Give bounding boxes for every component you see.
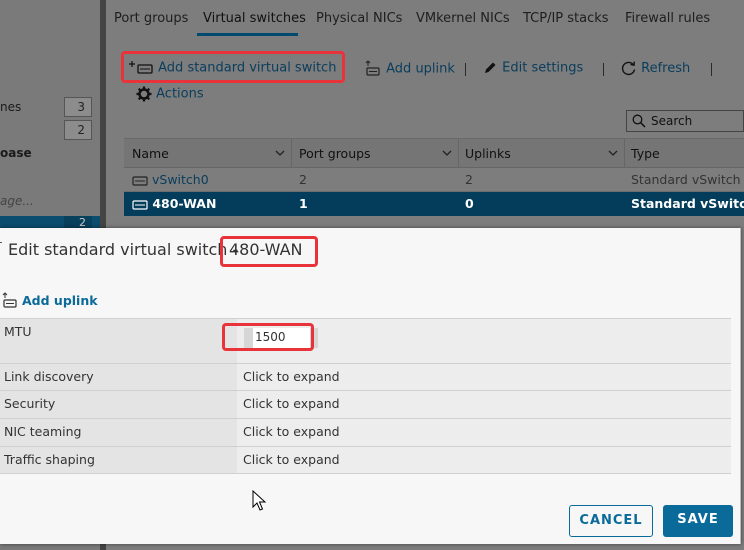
property-row-mtu: MTU 1500 xyxy=(0,318,731,363)
type-cell: Standard vSwitch xyxy=(631,196,744,211)
column-resize-handle[interactable] xyxy=(458,139,459,169)
property-label: Traffic shaping xyxy=(0,447,237,473)
dialog-add-uplink-button[interactable]: Add uplink xyxy=(2,292,98,310)
tab-firewall-rules[interactable]: Firewall rules xyxy=(625,11,710,26)
uplink-icon xyxy=(2,292,17,308)
edit-settings-label: Edit settings xyxy=(502,60,584,76)
tab-tcpip-stacks[interactable]: TCP/IP stacks xyxy=(523,11,609,26)
actions-menu-button[interactable]: Actions xyxy=(136,86,204,102)
refresh-icon xyxy=(621,61,636,76)
dialog-add-uplink-label: Add uplink xyxy=(22,292,98,308)
sidebar-row-label: age... xyxy=(0,194,34,208)
tab-vmkernel-nics[interactable]: VMkernel NICs xyxy=(416,11,510,26)
expand-link[interactable]: Click to expand xyxy=(237,447,731,473)
toolbar-separator xyxy=(603,63,604,76)
switch-name-cell: 480-WAN xyxy=(132,196,216,211)
add-uplink-label: Add uplink xyxy=(386,61,455,77)
gear-icon xyxy=(136,86,152,102)
active-tab-indicator xyxy=(197,33,298,36)
tab-physical-nics[interactable]: Physical NICs xyxy=(316,11,402,26)
search-icon xyxy=(632,114,646,128)
cancel-button[interactable]: CANCEL xyxy=(569,505,653,537)
property-label: Link discovery xyxy=(0,364,237,390)
property-row-link-discovery[interactable]: Link discovery Click to expand xyxy=(0,363,731,390)
uplinks-cell: 2 xyxy=(465,172,473,187)
table-row[interactable]: vSwitch0 2 2 Standard vSwitch xyxy=(124,168,744,192)
column-header-name[interactable]: Name xyxy=(132,146,169,161)
chevron-down-icon[interactable] xyxy=(275,148,285,158)
switch-icon xyxy=(132,199,148,210)
search-input[interactable]: Search xyxy=(626,110,744,132)
toolbar-separator xyxy=(465,63,466,76)
property-label: NIC teaming xyxy=(0,419,237,446)
mouse-cursor-icon xyxy=(252,490,266,511)
expand-link[interactable]: Click to expand xyxy=(237,419,731,446)
switch-icon xyxy=(132,175,148,186)
port-groups-cell: 1 xyxy=(299,196,308,211)
property-row-security[interactable]: Security Click to expand xyxy=(0,390,731,418)
type-cell: Standard vSwitch xyxy=(631,172,741,187)
column-resize-handle[interactable] xyxy=(624,139,625,169)
column-header-uplinks[interactable]: Uplinks xyxy=(465,146,511,161)
column-resize-handle[interactable] xyxy=(291,139,292,169)
toolbar-separator xyxy=(711,63,712,76)
refresh-button[interactable]: Refresh xyxy=(620,60,690,77)
highlight-switch-name xyxy=(220,236,318,267)
sidebar-count: 2 xyxy=(64,120,92,140)
switch-name-link[interactable]: vSwitch0 xyxy=(152,172,209,187)
expand-link[interactable]: Click to expand xyxy=(237,391,731,418)
sidebar-row-label: oase xyxy=(0,146,32,160)
tab-bar: Port groups Virtual switches Physical NI… xyxy=(106,0,744,38)
expand-link[interactable]: Click to expand xyxy=(237,364,731,390)
dialog-corner-mark xyxy=(0,242,2,246)
column-header-type[interactable]: Type xyxy=(631,146,660,161)
dialog-title: Edit standard virtual switch - xyxy=(8,240,239,259)
refresh-label: Refresh xyxy=(641,61,691,76)
pencil-icon xyxy=(485,62,496,73)
port-groups-cell: 2 xyxy=(299,172,307,187)
sidebar-row-label: nes xyxy=(0,100,22,114)
column-header-port-groups[interactable]: Port groups xyxy=(299,146,371,161)
tab-virtual-switches[interactable]: Virtual switches xyxy=(203,11,306,26)
add-uplink-button[interactable]: Add uplink xyxy=(364,60,455,78)
property-row-nic-teaming[interactable]: NIC teaming Click to expand xyxy=(0,418,731,446)
property-label: MTU xyxy=(0,319,237,363)
grid-header: Name Port groups Uplinks Type xyxy=(124,138,744,169)
property-row-traffic-shaping[interactable]: Traffic shaping Click to expand xyxy=(0,446,731,474)
highlight-mtu xyxy=(222,323,314,351)
actions-label: Actions xyxy=(156,86,204,102)
table-row-selected[interactable]: 480-WAN 1 0 Standard vSwitch xyxy=(124,192,744,216)
property-label: Security xyxy=(0,391,237,418)
uplink-icon xyxy=(365,60,380,76)
tab-port-groups[interactable]: Port groups xyxy=(114,11,188,26)
uplinks-cell: 0 xyxy=(465,196,474,211)
save-button[interactable]: SAVE xyxy=(663,505,733,537)
highlight-add-switch xyxy=(121,51,345,83)
sidebar-count: 3 xyxy=(64,97,92,117)
switch-name-link[interactable]: 480-WAN xyxy=(152,196,216,211)
edit-settings-button[interactable]: Edit settings xyxy=(482,60,583,76)
edit-switch-dialog: Edit standard virtual switch - 480-WAN A… xyxy=(0,228,741,544)
chevron-down-icon[interactable] xyxy=(442,148,452,158)
switch-name-cell: vSwitch0 xyxy=(132,172,209,187)
chevron-down-icon[interactable] xyxy=(608,148,618,158)
search-placeholder: Search xyxy=(651,114,693,128)
